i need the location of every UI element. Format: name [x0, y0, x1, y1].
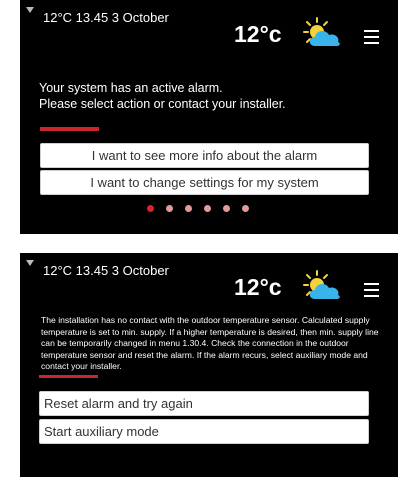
alarm-indicator-bar [40, 127, 99, 131]
outdoor-temperature: 12°c [234, 21, 282, 47]
status-bar-text: 12°C 13.45 3 October [43, 10, 169, 25]
page-dot-2[interactable] [166, 205, 173, 212]
page-dot-1[interactable] [147, 205, 154, 212]
page-dot-3[interactable] [185, 205, 192, 212]
change-settings-button[interactable]: I want to change settings for my system [40, 170, 369, 195]
alarm-indicator-bar [39, 375, 98, 378]
reset-alarm-button[interactable]: Reset alarm and try again [39, 391, 369, 416]
alarm-description: The installation has no contact with the… [41, 315, 379, 372]
alarm-overview-screen: 12°C 13.45 3 October 12°c Your system ha… [20, 0, 398, 234]
alarm-message-line-2: Please select action or contact your ins… [39, 97, 286, 111]
partly-cloudy-icon [303, 270, 340, 299]
outdoor-temperature: 12°c [234, 274, 282, 300]
alarm-message-line-1: Your system has an active alarm. [39, 81, 223, 95]
page-dot-6[interactable] [242, 205, 249, 212]
auxiliary-mode-button[interactable]: Start auxiliary mode [39, 419, 369, 444]
hamburger-menu-icon[interactable] [364, 30, 379, 44]
alarm-detail-screen: 12°C 13.45 3 October 12°c The installati… [20, 253, 398, 477]
hamburger-menu-icon[interactable] [364, 283, 379, 297]
status-bar-text: 12°C 13.45 3 October [43, 263, 169, 278]
wifi-signal-icon [26, 260, 34, 266]
page-indicator [147, 205, 261, 213]
alarm-message: Your system has an active alarm. Please … [39, 80, 286, 112]
more-info-button[interactable]: I want to see more info about the alarm [40, 143, 369, 168]
page-dot-5[interactable] [223, 205, 230, 212]
wifi-signal-icon [26, 7, 34, 13]
partly-cloudy-icon [303, 17, 340, 46]
page-dot-4[interactable] [204, 205, 211, 212]
